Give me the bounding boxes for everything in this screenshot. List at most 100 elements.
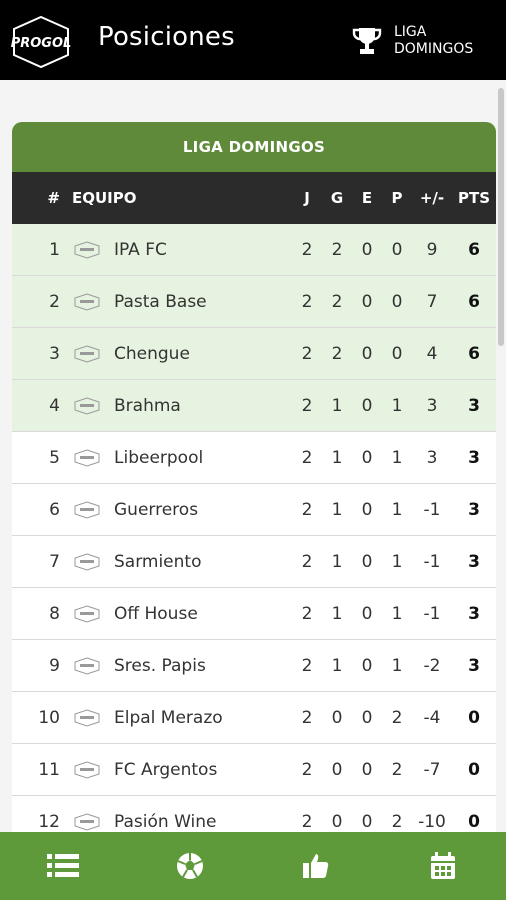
standings-nav-button[interactable] [33,841,93,891]
drawn-value: 0 [361,447,373,468]
team-position: 8 [49,603,60,624]
logo-text: PROGOL [11,36,72,51]
table-row[interactable]: 2 Pasta Base 2 2 0 0 7 6 [12,276,496,328]
league-selector-button[interactable]: LIGA DOMINGOS [350,20,500,62]
team-logo-icon [72,708,104,727]
soccer-ball-icon [176,853,203,879]
drawn-value: 0 [361,655,373,676]
played-value: 2 [301,499,313,520]
trophy-icon [352,28,382,54]
lost-value: 1 [391,395,403,416]
goal-diff-value: -2 [423,655,441,676]
goal-diff-value: 4 [426,343,438,364]
team-name: Sarmiento [114,551,202,572]
played-value: 2 [301,291,313,312]
won-value: 0 [331,811,343,832]
goal-diff-value: -7 [423,759,441,780]
points-value: 3 [468,499,480,520]
col-header-team: EQUIPO [72,189,137,207]
table-row[interactable]: 9 Sres. Papis 2 1 0 1 -2 3 [12,640,496,692]
goal-diff-value: 7 [426,291,438,312]
team-position: 7 [49,551,60,572]
table-row[interactable]: 1 IPA FC 2 2 0 0 9 6 [12,224,496,276]
team-name: Guerreros [114,499,199,520]
team-logo-icon [72,812,104,831]
lost-value: 2 [391,811,403,832]
team-position: 11 [38,759,60,780]
team-position: 1 [49,239,60,260]
table-row[interactable]: 4 Brahma 2 1 0 1 3 3 [12,380,496,432]
team-logo-icon [72,240,104,259]
won-value: 1 [331,655,343,676]
won-value: 2 [331,343,343,364]
col-header-won: G [330,189,344,207]
team-logo-icon [72,604,104,623]
drawn-value: 0 [361,551,373,572]
table-row[interactable]: 11 FC Argentos 2 0 0 2 -7 0 [12,744,496,796]
table-row[interactable]: 10 Elpal Merazo 2 0 0 2 -4 0 [12,692,496,744]
drawn-value: 0 [361,239,373,260]
team-position: 5 [49,447,60,468]
team-logo-icon [72,344,104,363]
table-row[interactable]: 7 Sarmiento 2 1 0 1 -1 3 [12,536,496,588]
team-name: FC Argentos [114,759,218,780]
team-name: Elpal Merazo [114,707,223,728]
team-logo-icon [72,292,104,311]
team-position: 10 [38,707,60,728]
table-row[interactable]: 6 Guerreros 2 1 0 1 -1 3 [12,484,496,536]
goal-diff-value: -1 [423,499,441,520]
points-value: 0 [468,811,480,832]
table-row[interactable]: 3 Chengue 2 2 0 0 4 6 [12,328,496,380]
won-value: 2 [331,239,343,260]
won-value: 1 [331,447,343,468]
team-position: 2 [49,291,60,312]
team-position: 6 [49,499,60,520]
calendar-nav-button[interactable] [413,841,473,891]
league-table-title: LIGA DOMINGOS [12,122,496,172]
team-name: Off House [114,603,198,624]
team-position: 3 [49,343,60,364]
team-name: Sres. Papis [114,655,206,676]
goal-diff-value: -1 [423,551,441,572]
lost-value: 1 [391,551,403,572]
lost-value: 0 [391,291,403,312]
list-icon [47,854,80,877]
lost-value: 2 [391,707,403,728]
points-value: 6 [468,291,480,312]
likes-nav-button[interactable] [286,841,346,891]
team-logo-icon [72,552,104,571]
col-header-goal-diff: +/- [419,189,445,207]
team-logo-icon [72,396,104,415]
points-value: 0 [468,707,480,728]
points-value: 3 [468,447,480,468]
won-value: 1 [331,603,343,624]
table-row[interactable]: 12 Pasión Wine 2 0 0 2 -10 0 [12,796,496,832]
won-value: 1 [331,551,343,572]
team-name: Pasión Wine [114,811,217,832]
content-area[interactable]: LIGA DOMINGOS # EQUIPO J G E P +/- PTS 1… [0,80,506,832]
lost-value: 1 [391,499,403,520]
table-row[interactable]: 8 Off House 2 1 0 1 -1 3 [12,588,496,640]
team-logo-icon [72,500,104,519]
drawn-value: 0 [361,811,373,832]
lost-value: 1 [391,603,403,624]
points-value: 3 [468,551,480,572]
league-selector-label: LIGA DOMINGOS [394,24,474,57]
won-value: 1 [331,395,343,416]
calendar-icon [430,852,455,879]
team-name: Chengue [114,343,190,364]
won-value: 2 [331,291,343,312]
goal-diff-value: -10 [418,811,446,832]
col-header-lost: P [391,189,403,207]
scrollbar[interactable] [498,88,504,346]
col-header-drawn: E [361,189,373,207]
lost-value: 2 [391,759,403,780]
won-value: 0 [331,759,343,780]
lost-value: 1 [391,447,403,468]
goal-diff-value: 3 [426,395,438,416]
matches-nav-button[interactable] [160,841,220,891]
points-value: 3 [468,655,480,676]
table-row[interactable]: 5 Libeerpool 2 1 0 1 3 3 [12,432,496,484]
team-name: Pasta Base [114,291,207,312]
goal-diff-value: -4 [423,707,441,728]
